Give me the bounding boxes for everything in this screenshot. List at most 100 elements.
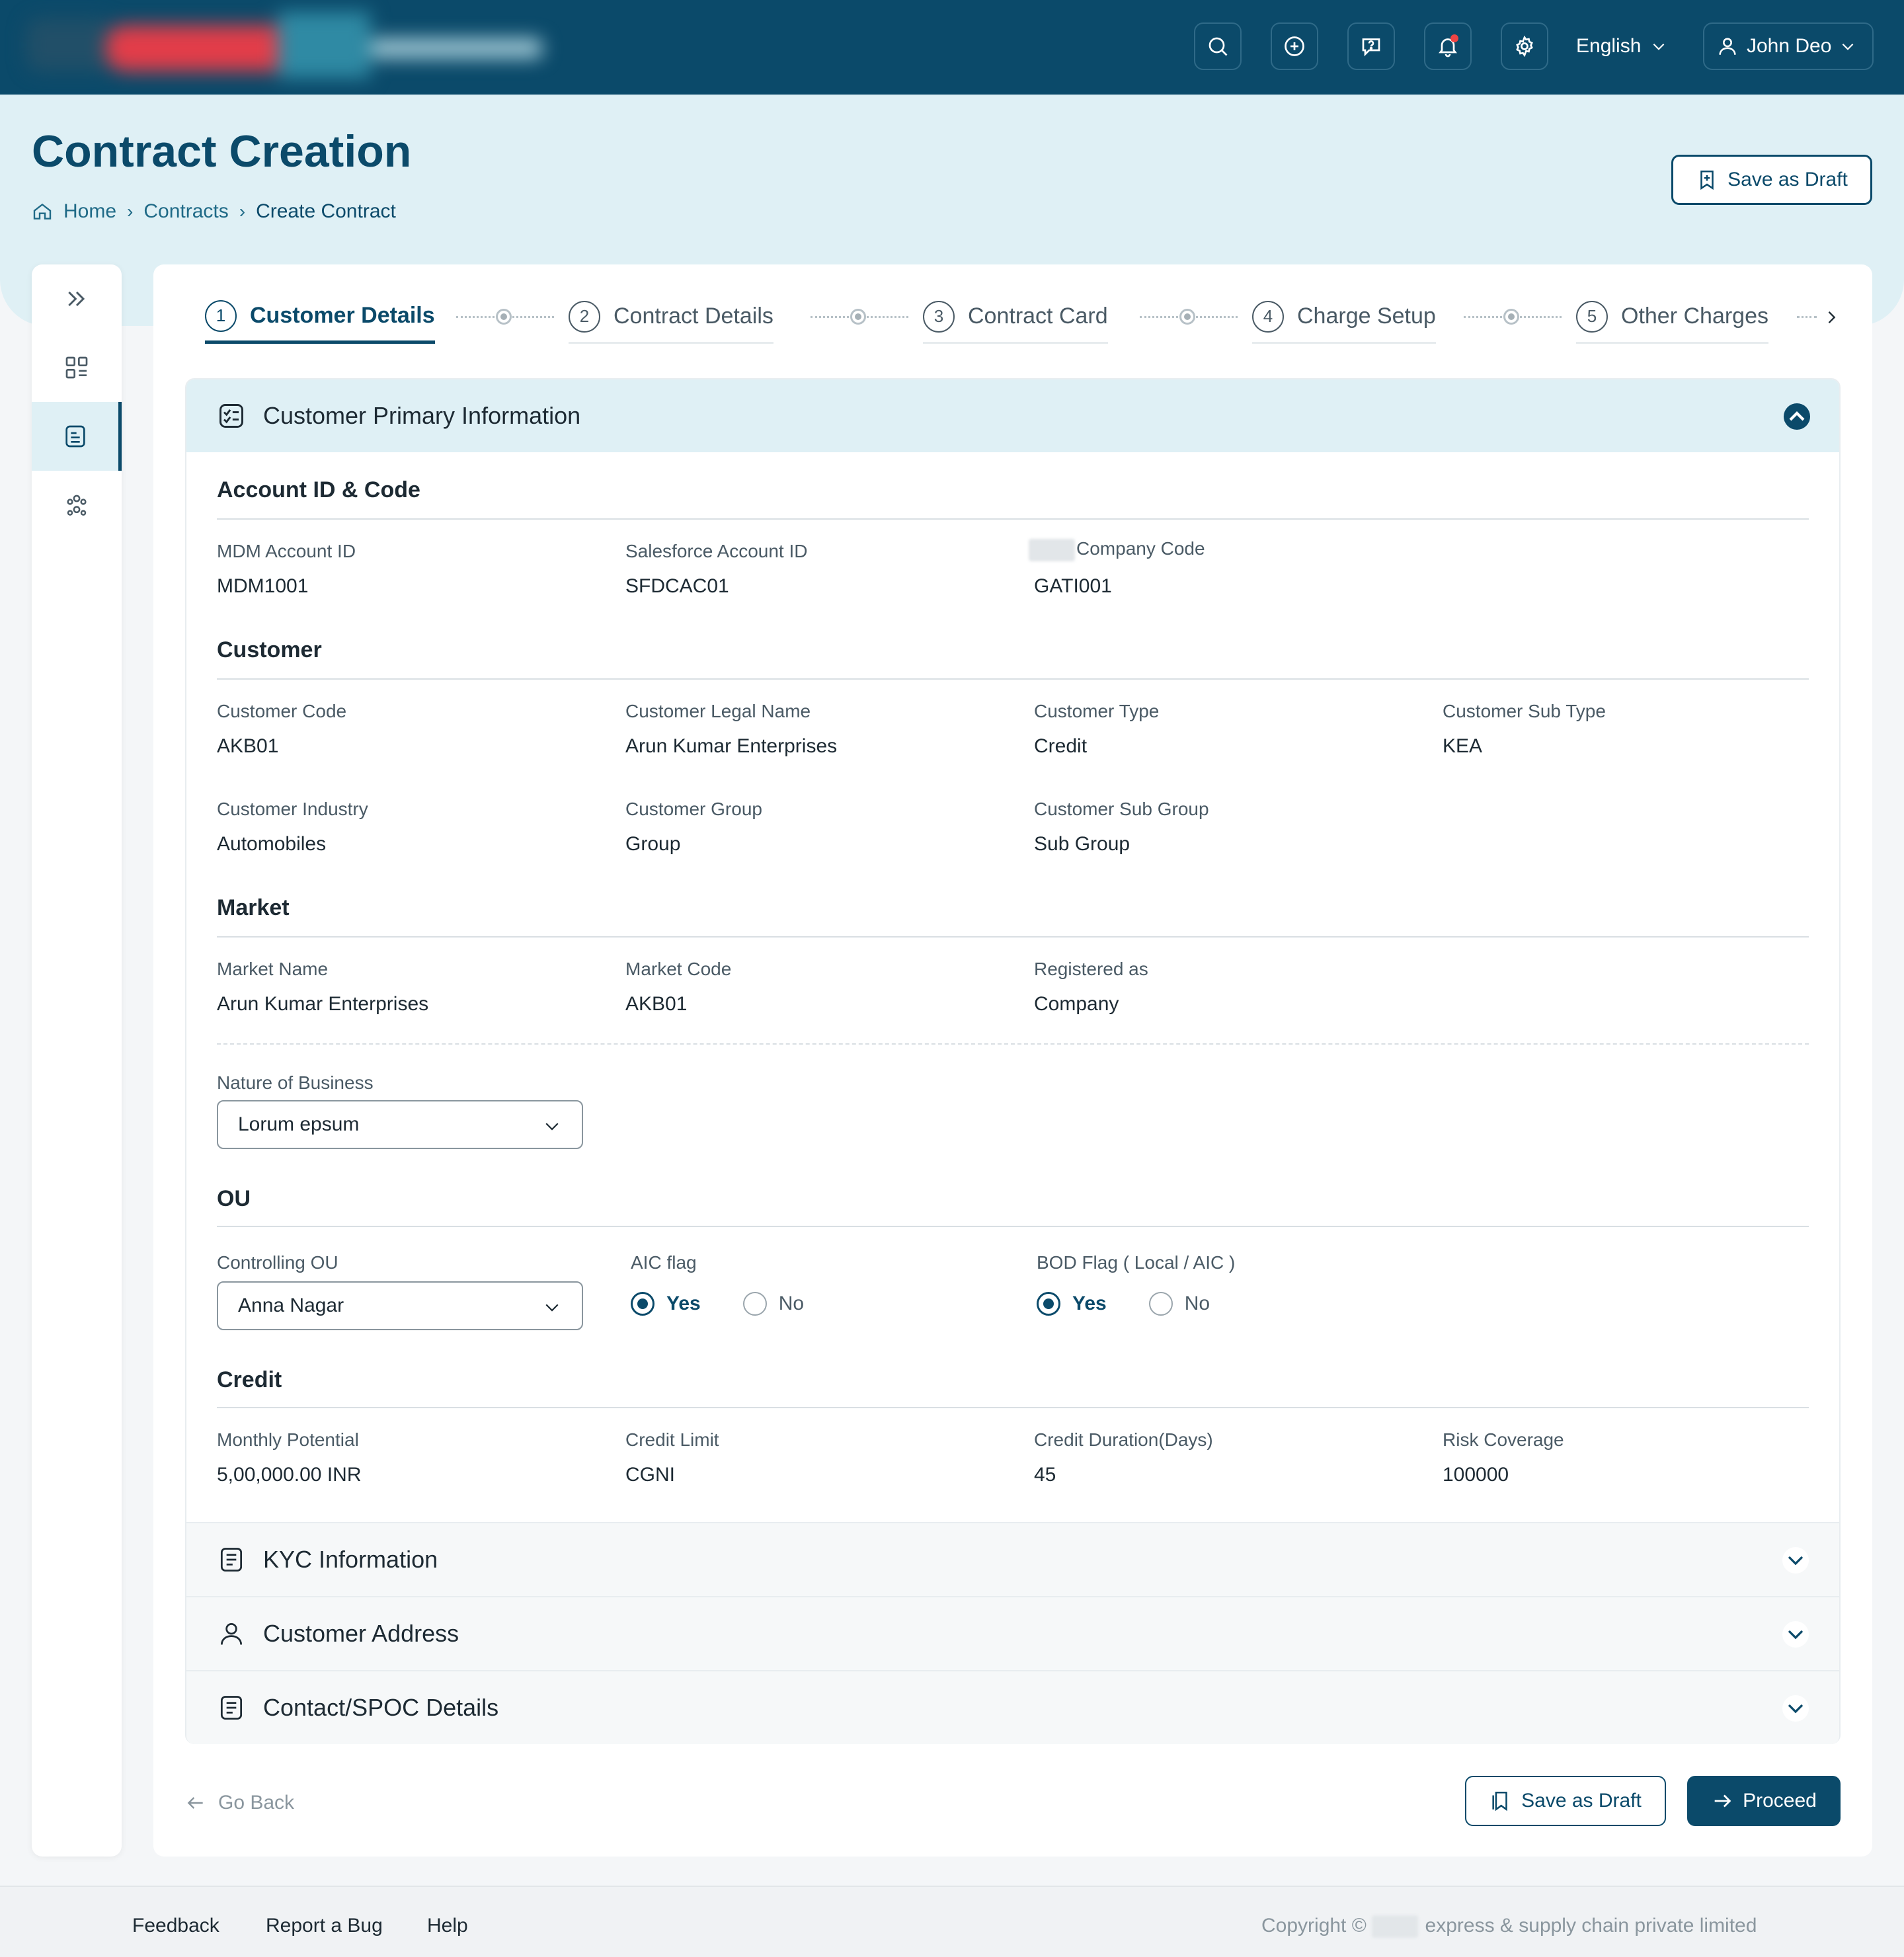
panel-title: Customer Primary Information <box>263 402 581 429</box>
expand-chevron-icon[interactable] <box>1782 1695 1809 1722</box>
save-draft-button[interactable]: Save as Draft <box>1465 1776 1666 1826</box>
bod-no-radio[interactable] <box>1148 1292 1173 1316</box>
field-label-text: Company Code <box>1076 538 1205 559</box>
step-other-charges[interactable]: 5 Other Charges <box>1576 291 1768 344</box>
contract-doc-icon[interactable] <box>32 402 122 471</box>
user-name: John Deo <box>1747 35 1832 57</box>
step-label: Customer Details <box>250 303 435 328</box>
page-title: Contract Creation <box>32 126 412 177</box>
field-label-company-code: Company Code <box>1029 538 1205 561</box>
field-label: Monthly Potential <box>217 1429 359 1450</box>
step-number: 5 <box>1576 300 1608 333</box>
users-group-icon[interactable] <box>32 471 122 539</box>
field-label: Registered as <box>1034 959 1148 979</box>
kyc-information-panel[interactable]: KYC Information <box>186 1522 1839 1596</box>
section-title-credit: Credit <box>217 1367 282 1392</box>
plus-circle-icon[interactable] <box>1271 22 1318 70</box>
feedback-link[interactable]: Feedback <box>132 1915 219 1937</box>
step-contract-details[interactable]: 2 Contract Details <box>569 291 774 344</box>
step-label: Contract Card <box>968 303 1108 329</box>
nature-of-business-select[interactable]: Lorum epsum <box>217 1100 583 1149</box>
breadcrumb-contracts[interactable]: Contracts <box>143 200 228 223</box>
user-icon <box>220 1622 243 1645</box>
field-label: Controlling OU <box>217 1252 338 1273</box>
chat-question-icon[interactable] <box>1347 22 1395 70</box>
field-label: Customer Sub Type <box>1443 701 1606 721</box>
divider <box>217 1226 1809 1227</box>
chevron-down-icon <box>1653 43 1665 50</box>
radio-label: Yes <box>1072 1293 1107 1314</box>
divider <box>217 518 1809 520</box>
field-value: Sub Group <box>1034 833 1130 855</box>
select-value: Anna Nagar <box>238 1295 344 1316</box>
save-draft-label: Save as Draft <box>1727 169 1848 190</box>
dashed-divider <box>217 1043 1809 1045</box>
field-label: MDM Account ID <box>217 541 356 561</box>
arrow-left-icon <box>187 1797 203 1809</box>
dashboard-icon[interactable] <box>32 333 122 402</box>
section-title-customer: Customer <box>217 637 322 662</box>
help-link[interactable]: Help <box>427 1915 468 1937</box>
checklist-icon <box>219 404 243 428</box>
bookmark-icon <box>1492 1791 1507 1812</box>
customer-address-panel[interactable]: Customer Address <box>186 1596 1839 1670</box>
radio-label: No <box>1184 1293 1210 1314</box>
step-charge-setup[interactable]: 4 Charge Setup <box>1252 291 1436 344</box>
copyright-suffix: express & supply chain private limited <box>1425 1915 1757 1937</box>
step-number: 2 <box>569 300 600 333</box>
left-sidebar <box>32 264 122 1857</box>
language-selector[interactable]: English <box>1576 22 1667 70</box>
language-label: English <box>1576 35 1642 57</box>
chevron-down-icon <box>545 1123 559 1131</box>
user-icon <box>1719 38 1736 55</box>
gear-icon[interactable] <box>1501 22 1548 70</box>
field-label: AIC flag <box>631 1252 697 1273</box>
footer: Feedback Report a Bug Help Copyright © e… <box>0 1886 1904 1957</box>
section-title-market: Market <box>217 895 290 920</box>
step-number: 1 <box>205 300 237 332</box>
contact-spoc-panel[interactable]: Contact/SPOC Details <box>186 1670 1839 1744</box>
step-connector <box>1140 309 1238 325</box>
report-bug-link[interactable]: Report a Bug <box>266 1915 383 1937</box>
brand-logo <box>26 12 542 81</box>
expand-icon[interactable] <box>32 264 122 333</box>
customer-primary-info-header[interactable]: Customer Primary Information <box>186 379 1839 452</box>
arrow-right-icon <box>1714 1794 1731 1808</box>
proceed-label: Proceed <box>1743 1790 1817 1812</box>
expand-chevron-icon[interactable] <box>1782 1621 1809 1648</box>
controlling-ou-select[interactable]: Anna Nagar <box>217 1281 583 1330</box>
stepper-next-arrow[interactable] <box>1818 291 1844 344</box>
save-draft-header-button[interactable]: Save as Draft <box>1671 155 1872 205</box>
document-icon <box>220 1548 243 1572</box>
breadcrumb-home[interactable]: Home <box>63 200 116 223</box>
select-value: Lorum epsum <box>238 1113 360 1135</box>
divider <box>217 936 1809 938</box>
aic-yes-radio[interactable] <box>631 1292 654 1316</box>
proceed-button[interactable]: Proceed <box>1687 1776 1841 1826</box>
go-back-label: Go Back <box>218 1792 295 1814</box>
divider <box>217 1407 1809 1408</box>
field-label: Customer Group <box>625 799 762 819</box>
bod-yes-radio[interactable] <box>1037 1292 1060 1316</box>
expand-chevron-icon[interactable] <box>1782 1547 1809 1574</box>
step-customer-details[interactable]: 1 Customer Details <box>205 291 435 344</box>
field-value: AKB01 <box>625 993 688 1015</box>
divider <box>217 678 1809 680</box>
step-connector <box>1797 316 1817 319</box>
aic-no-radio[interactable] <box>742 1292 767 1316</box>
field-label: Risk Coverage <box>1443 1429 1564 1450</box>
user-menu-button[interactable]: John Deo <box>1703 22 1874 70</box>
field-value: KEA <box>1443 735 1483 757</box>
bell-icon[interactable] <box>1424 22 1472 70</box>
step-contract-card[interactable]: 3 Contract Card <box>923 291 1108 344</box>
step-connector <box>1464 309 1562 325</box>
notification-dot <box>1450 34 1458 42</box>
go-back-link[interactable]: Go Back <box>185 1786 294 1819</box>
field-value: Company <box>1034 993 1119 1015</box>
step-label: Other Charges <box>1621 303 1768 329</box>
search-icon[interactable] <box>1194 22 1242 70</box>
collapse-icon[interactable] <box>1784 403 1810 430</box>
home-icon[interactable] <box>32 201 53 222</box>
field-value: Arun Kumar Enterprises <box>217 993 429 1015</box>
field-value: Group <box>625 833 681 855</box>
